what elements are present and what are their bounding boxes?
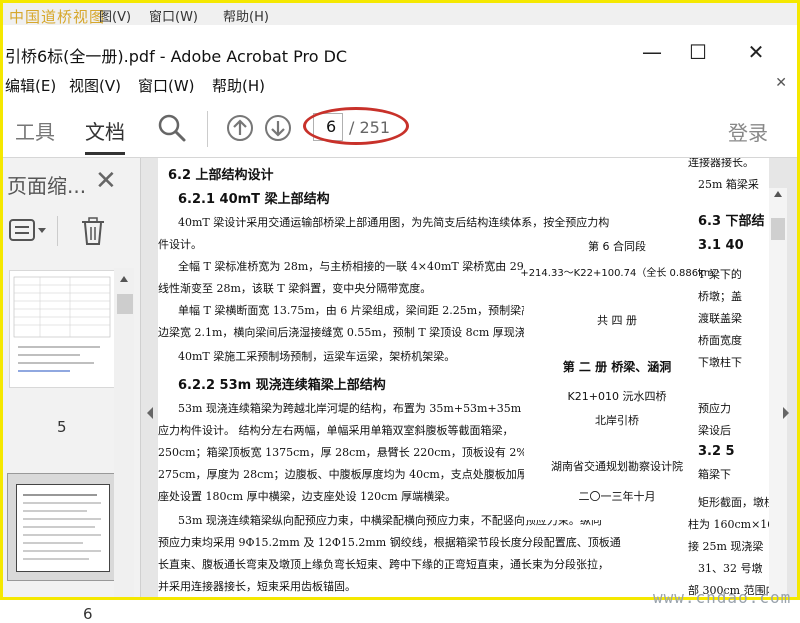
watermark: www.cndao.com bbox=[653, 588, 792, 607]
paragraph-fragment: 桥面宽度 bbox=[698, 334, 742, 347]
panel-scroll-thumb[interactable] bbox=[117, 294, 133, 314]
acrobat-window: 引桥6标(全一册).pdf - Adobe Acrobat Pro DC — ☐… bbox=[3, 25, 797, 623]
bg-menu-window[interactable]: 窗口(W) bbox=[149, 6, 198, 25]
paragraph-line: 275cm，厚度为 28cm；边腹板、中腹板厚度均为 40cm，支点处腹板加厚至 bbox=[158, 468, 539, 481]
page-thumbnail-6[interactable] bbox=[7, 473, 119, 581]
scroll-up-icon[interactable] bbox=[773, 190, 783, 198]
bg-menu-help[interactable]: 帮助(H) bbox=[223, 6, 269, 25]
page-up-icon[interactable] bbox=[225, 113, 255, 143]
paragraph-fragment: 31、32 号墩 bbox=[698, 562, 763, 575]
background-menubar: 中国道桥视图 图(V) 窗口(W) 帮助(H) bbox=[3, 3, 797, 26]
scroll-up-icon[interactable] bbox=[119, 274, 129, 284]
section-heading: 6.2 上部结构设计 bbox=[168, 168, 274, 183]
panel-separator bbox=[57, 216, 58, 246]
menu-bar: 编辑(E) 视图(V) 窗口(W) 帮助(H) ✕ bbox=[3, 73, 797, 97]
document-viewport: 6.2 上部结构设计 6.2.1 40mT 梁上部结构 40mT 梁设计采用交通运输… bbox=[141, 158, 797, 597]
paragraph-fragment: 25m 箱梁采 bbox=[698, 178, 759, 191]
page-label-6: 6 bbox=[83, 605, 93, 623]
paragraph-fragment: 预应力 bbox=[698, 402, 731, 415]
menu-window[interactable]: 窗口(W) bbox=[138, 75, 195, 96]
trash-icon[interactable] bbox=[79, 216, 107, 246]
section-heading: 6.2.1 40mT 梁上部结构 bbox=[178, 192, 330, 207]
menu-help[interactable]: 帮助(H) bbox=[212, 75, 265, 96]
thumbnail-content bbox=[13, 276, 111, 372]
maximize-button[interactable]: ☐ bbox=[675, 39, 721, 65]
title-bar: 引桥6标(全一册).pdf - Adobe Acrobat Pro DC — ☐… bbox=[3, 25, 797, 73]
cover-line: 二〇一三年十月 bbox=[578, 490, 656, 503]
section-heading: 6.2.2 53m 现浇连续箱梁上部结构 bbox=[178, 378, 386, 393]
paragraph-fragment: 箱梁下 bbox=[698, 468, 731, 481]
cover-page-overlay: 第 6 合同段 +214.33～K22+100.74（全长 0.886km 共 … bbox=[520, 230, 714, 520]
menu-edit[interactable]: 编辑(E) bbox=[5, 75, 56, 96]
menu-view[interactable]: 视图(V) bbox=[69, 75, 121, 96]
window-title: 引桥6标(全一册).pdf - Adobe Acrobat Pro DC bbox=[5, 47, 348, 66]
next-page-arrow-icon[interactable] bbox=[781, 406, 791, 420]
paragraph-fragment: 桥墩；盖 bbox=[698, 290, 742, 303]
paragraph-fragment: 矩形截面，墩柱 bbox=[698, 496, 769, 509]
toolbar: 工具 文档 6 / 251 登录 bbox=[3, 101, 797, 158]
menu-close-icon[interactable]: ✕ bbox=[775, 75, 787, 91]
panel-scrollbar[interactable] bbox=[114, 268, 134, 597]
paragraph-line: 并采用连接器接长，短束采用齿板锚固。 bbox=[158, 580, 356, 593]
paragraph-line: 单幅 T 梁横断面宽 13.75m，由 6 片梁组成，梁间距 2.25m，预制梁… bbox=[178, 304, 547, 317]
cover-line: 第 二 册 桥梁、涵洞 bbox=[562, 360, 672, 374]
panel-title: 页面缩... bbox=[7, 174, 87, 198]
minimize-button[interactable]: — bbox=[629, 39, 675, 65]
paragraph-line: 全幅 T 梁标准桥宽为 28m，与主桥相接的一联 4×40mT 梁桥宽由 29.… bbox=[178, 260, 535, 273]
prev-page-arrow-icon[interactable] bbox=[145, 406, 155, 420]
paragraph-line: 53m 现浇连续箱梁为跨越北岸河堤的结构，布置为 35m+53m+35m 不等 bbox=[178, 402, 547, 415]
thumbnail-options-icon[interactable] bbox=[9, 218, 49, 244]
page-thumbnail-5[interactable] bbox=[9, 270, 115, 388]
login-button[interactable]: 登录 bbox=[728, 117, 768, 146]
thumbnail-content bbox=[23, 494, 101, 560]
page-label-5: 5 bbox=[57, 418, 67, 436]
tab-document[interactable]: 文档 bbox=[85, 116, 125, 145]
section-heading: 6.3 下部结 bbox=[698, 214, 765, 229]
paragraph-fragment: 渡联盖梁 bbox=[698, 312, 742, 325]
document-scrollbar[interactable] bbox=[769, 188, 787, 597]
paragraph-fragment: 下墩柱下 bbox=[698, 356, 742, 369]
watermark-overlay: 中国道桥视图 bbox=[9, 8, 106, 26]
document-scroll-thumb[interactable] bbox=[771, 218, 785, 240]
paragraph-fragment: 连接器接长。 bbox=[688, 158, 754, 169]
toolbar-separator bbox=[207, 111, 208, 147]
cover-line: 北岸引桥 bbox=[595, 414, 639, 427]
bg-menu-view[interactable]: 图(V) bbox=[99, 6, 131, 25]
panel-close-icon[interactable]: ✕ bbox=[95, 166, 117, 196]
paragraph-line: 座处设置 180cm 厚中横梁，边支座处设 120cm 厚端横梁。 bbox=[158, 490, 457, 503]
paragraph-fragment: T 梁下的 bbox=[698, 268, 742, 281]
close-button[interactable]: ✕ bbox=[733, 39, 779, 65]
paragraph-line: 边梁宽 2.1m，横向梁间后浇湿接缝宽 0.55m，预制 T 梁顶设 8cm 厚… bbox=[158, 326, 526, 339]
page-thumbnails-panel: 页面缩... ✕ 5 6 bbox=[3, 158, 141, 623]
paragraph-line: 应力构件设计。 结构分左右两幅，单幅采用单箱双室斜腹板等截面箱梁， bbox=[158, 424, 514, 437]
paragraph-fragment: 梁设后 bbox=[698, 424, 731, 437]
cover-line: 共 四 册 bbox=[597, 314, 637, 327]
section-heading: 3.2 5 bbox=[698, 444, 735, 459]
red-highlight-ellipse bbox=[303, 107, 409, 145]
paragraph-fragment: 柱为 160cm×16 bbox=[688, 518, 769, 531]
paragraph-line: 预应力束均采用 9Φ15.2mm 及 12Φ15.2mm 钢绞线，根据箱梁节段长… bbox=[158, 536, 621, 549]
cover-line: 第 6 合同段 bbox=[588, 240, 646, 253]
cover-line: K21+010 沅水四桥 bbox=[567, 390, 667, 403]
pdf-page: 6.2 上部结构设计 6.2.1 40mT 梁上部结构 40mT 梁设计采用交通运输… bbox=[158, 158, 769, 597]
panel-toolbar bbox=[3, 206, 140, 256]
search-icon[interactable] bbox=[157, 113, 187, 143]
thumbnail-page bbox=[16, 484, 110, 572]
section-heading: 3.1 40 bbox=[698, 238, 744, 253]
active-tab-indicator bbox=[85, 152, 125, 155]
paragraph-line: 件设计。 bbox=[158, 238, 202, 251]
tab-tools[interactable]: 工具 bbox=[15, 116, 55, 145]
paragraph-line: 线性渐变至 28m，该联 T 梁斜置，变中央分隔带宽度。 bbox=[158, 282, 432, 295]
cover-line: +214.33～K22+100.74（全长 0.886km bbox=[520, 268, 714, 279]
paragraph-line: 长直束、腹板通长弯束及墩顶上缘负弯长短束、跨中下缘的正弯短直束，通长束为分段张拉… bbox=[158, 558, 609, 571]
paragraph-line: 40mT 梁设计采用交通运输部桥梁上部通用图，为先简支后结构连续体系，按全预应力… bbox=[178, 216, 610, 229]
paragraph-line: 40mT 梁施工采预制场预制，运梁车运梁，架桥机架梁。 bbox=[178, 350, 456, 363]
page-down-icon[interactable] bbox=[263, 113, 293, 143]
cover-line: 湖南省交通规划勘察设计院 bbox=[551, 460, 683, 473]
paragraph-fragment: 接 25m 现浇梁 bbox=[688, 540, 764, 553]
paragraph-line: 250cm；箱梁顶板宽 1375cm，厚 28cm，悬臂长 220cm，顶板设有… bbox=[158, 446, 560, 459]
